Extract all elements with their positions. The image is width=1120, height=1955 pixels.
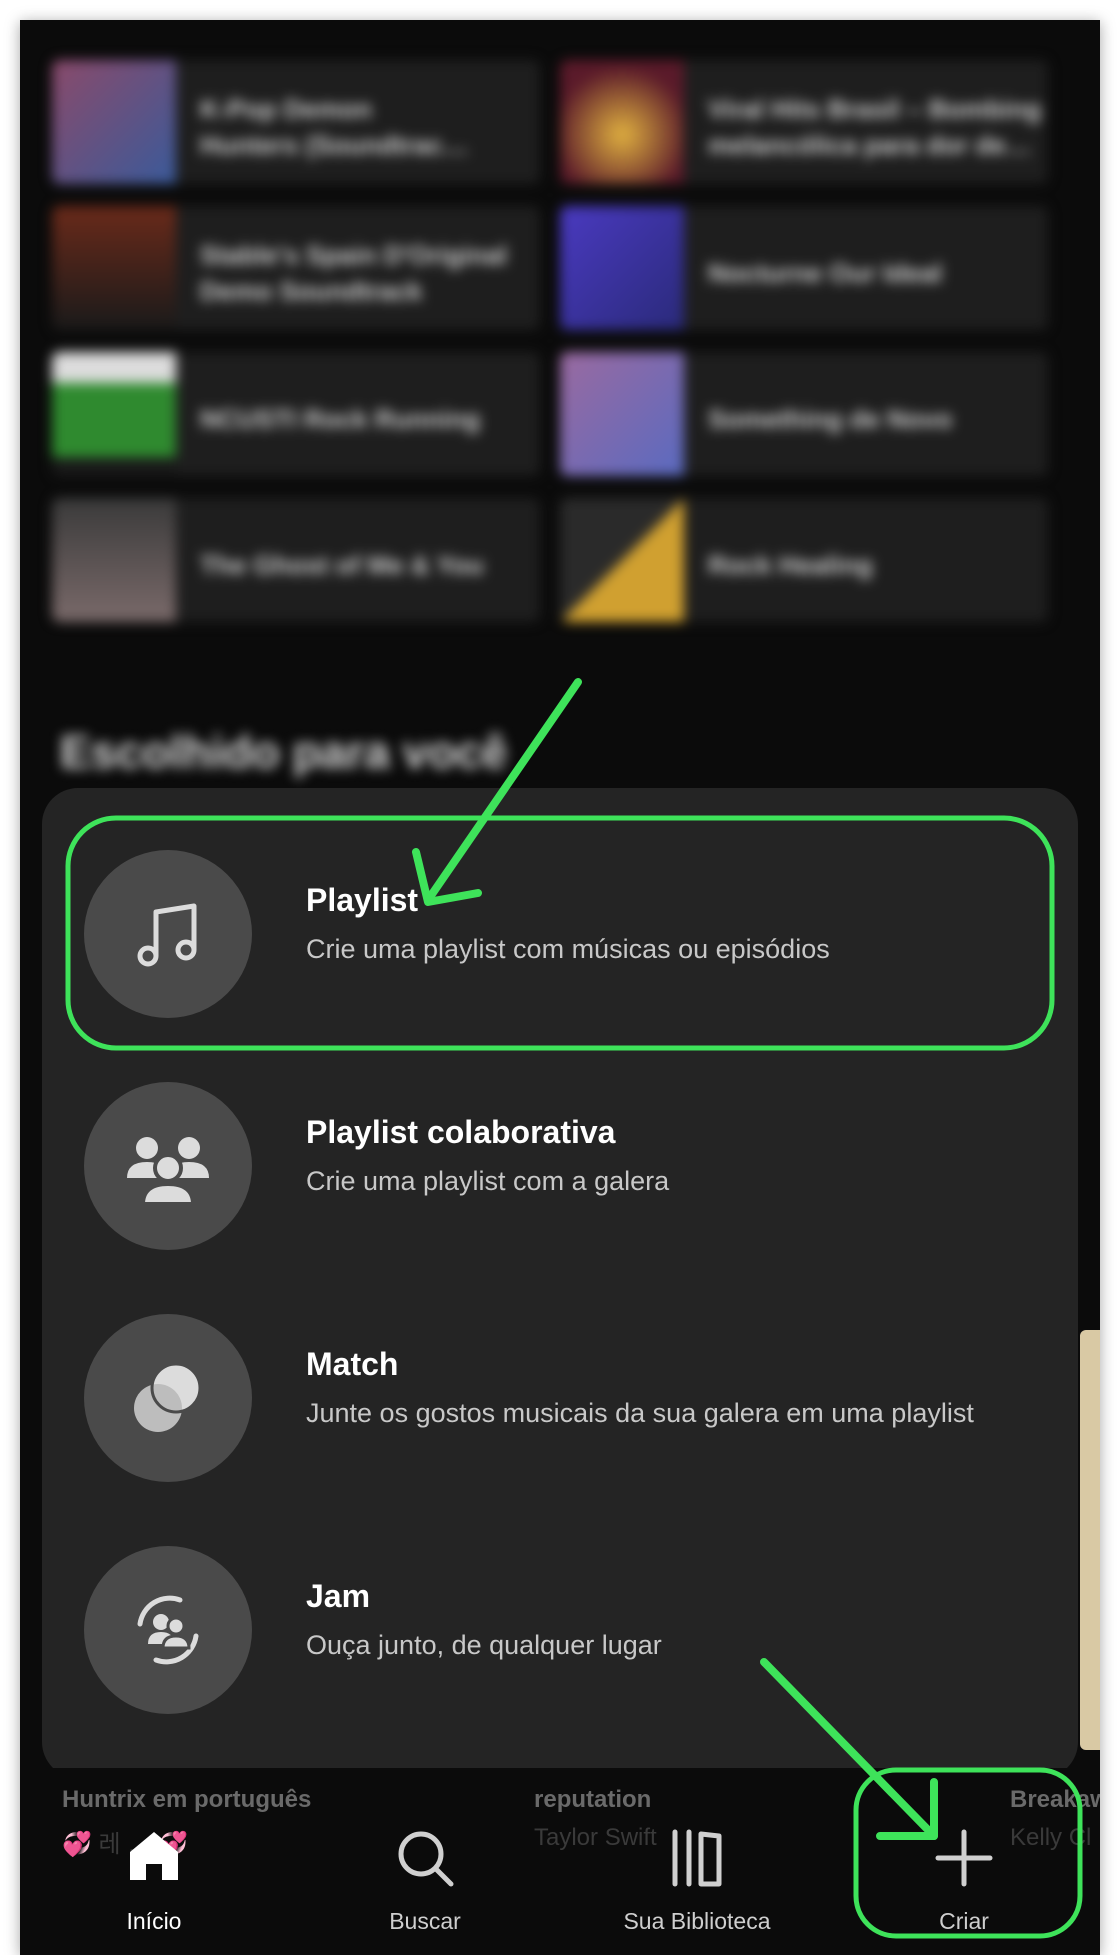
highlight-box-playlist xyxy=(65,815,1055,1051)
annotation-overlay xyxy=(65,678,1083,1939)
arrow-line-criar xyxy=(760,1658,938,1840)
arrow-line-playlist xyxy=(424,678,582,904)
